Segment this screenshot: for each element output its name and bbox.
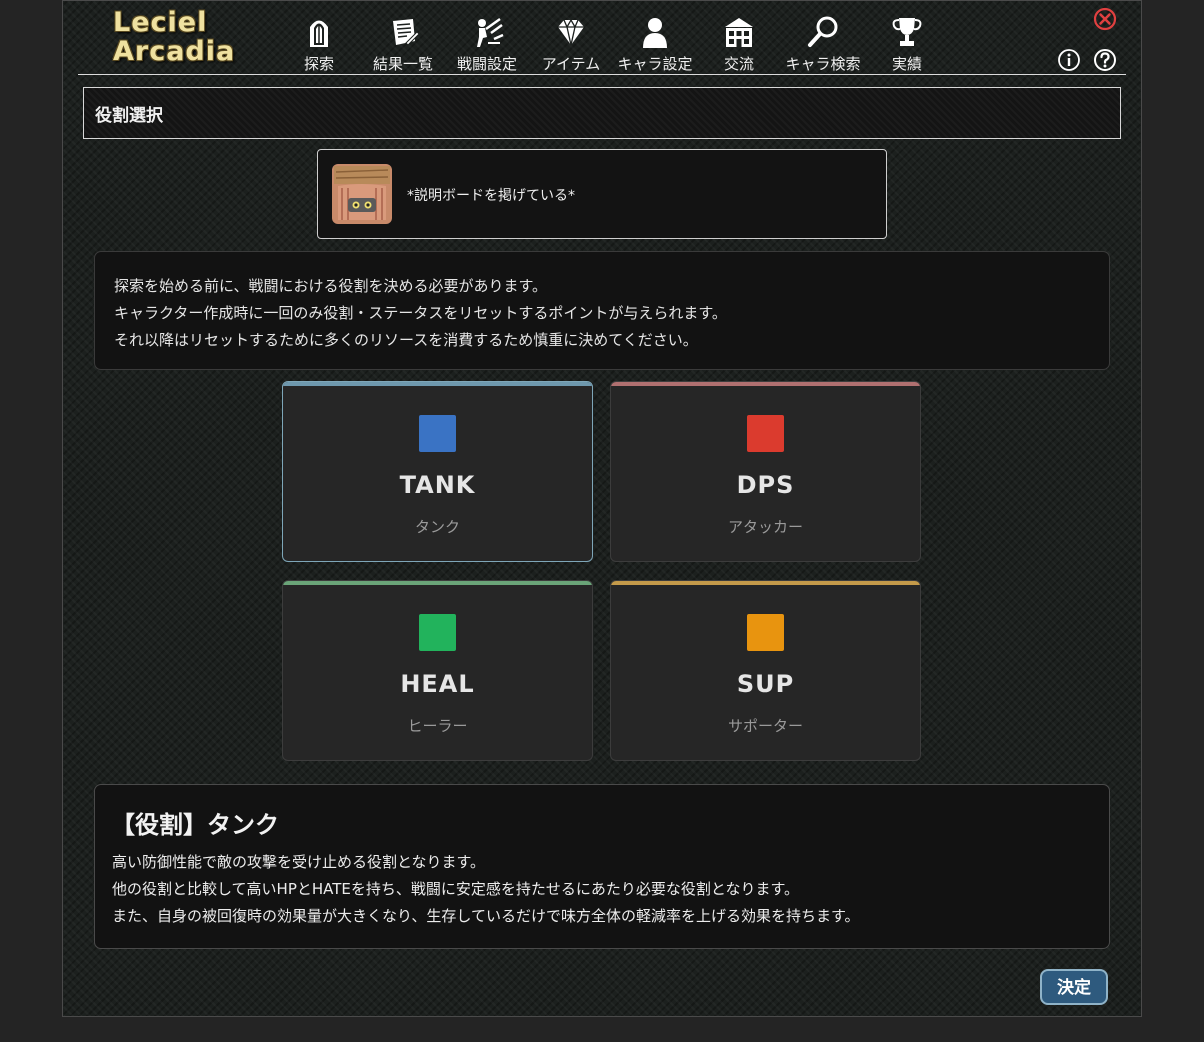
description-line: 探索を始める前に、戦闘における役割を決める必要があります。	[114, 277, 548, 295]
page-title: 役割選択	[95, 106, 163, 126]
nav-label: 交流	[723, 55, 754, 73]
role-color-square	[747, 415, 784, 452]
nav-item-social[interactable]: 交流	[697, 11, 781, 74]
nav-label: 戦闘設定	[456, 55, 517, 73]
nav-label: 結果一覧	[372, 55, 433, 73]
gem-icon	[558, 18, 584, 46]
battle-icon	[477, 17, 504, 47]
role-color-square	[419, 614, 456, 651]
role-accent-line	[611, 382, 920, 386]
role-subtitle: タンク	[414, 518, 460, 536]
nav-label: キャラ検索	[785, 55, 861, 73]
nav-item-battle-settings[interactable]: 戦闘設定	[445, 11, 529, 74]
role-subtitle: ヒーラー	[407, 717, 468, 735]
role-card-dps[interactable]: DPS アタッカー	[610, 381, 921, 562]
nav-item-achievements[interactable]: 実績	[865, 11, 949, 74]
nav-item-explore[interactable]: 探索	[277, 11, 361, 74]
description-line: キャラクター作成時に一回のみ役割・ステータスをリセットするポイントが与えられます…	[114, 304, 727, 322]
nav-label: キャラ設定	[617, 55, 693, 73]
role-accent-line	[283, 581, 592, 585]
description-box: 探索を始める前に、戦闘における役割を決める必要があります。 キャラクター作成時に…	[94, 251, 1110, 370]
role-name: SUP	[736, 670, 795, 698]
nav-item-items[interactable]: アイテム	[529, 11, 613, 74]
role-card-heal[interactable]: HEAL ヒーラー	[282, 580, 593, 761]
header-divider	[78, 74, 1126, 75]
person-icon	[643, 18, 667, 48]
role-card-tank[interactable]: TANK タンク	[282, 381, 593, 562]
game-window: Leciel Arcadia 探索 結果一覧 戦闘設定 アイテム キャラ設定 交…	[62, 0, 1142, 1017]
role-detail-line: 他の役割と比較して高いHPとHATEを持ち、戦闘に安定感を持たせるにあたり必要な…	[112, 880, 799, 898]
role-name: HEAL	[400, 670, 475, 698]
role-color-square	[747, 614, 784, 651]
door-icon	[310, 20, 328, 47]
role-detail-line: 高い防御性能で敵の攻撃を受け止める役割となります。	[112, 853, 486, 871]
npc-message: *説明ボードを掲げている*	[407, 188, 575, 204]
nav-item-results[interactable]: 結果一覧	[361, 11, 445, 74]
role-detail-line: また、自身の被回復時の効果量が大きくなり、生存しているだけで味方全体の軽減率を上…	[112, 907, 860, 925]
building-icon	[725, 18, 753, 47]
nav-label: 探索	[303, 55, 334, 73]
role-card-sup[interactable]: SUP サポーター	[610, 580, 921, 761]
game-logo[interactable]: Leciel Arcadia	[113, 9, 243, 67]
trophy-icon	[892, 18, 922, 46]
role-name: TANK	[399, 471, 476, 499]
page-title-bar: 役割選択	[83, 87, 1121, 139]
nav-item-character-search[interactable]: キャラ検索	[781, 11, 865, 74]
role-subtitle: アタッカー	[727, 518, 803, 536]
logo-line-2: Arcadia	[113, 36, 236, 67]
npc-message-box: *説明ボードを掲げている*	[317, 149, 887, 239]
role-name: DPS	[736, 471, 795, 499]
description-line: それ以降はリセットするために多くのリソースを消費するため慎重に決めてください。	[114, 331, 698, 349]
nav-label: 実績	[891, 55, 922, 73]
info-icon[interactable]	[1057, 48, 1081, 72]
nav-item-character-settings[interactable]: キャラ設定	[613, 11, 697, 74]
role-accent-line	[283, 382, 592, 386]
scroll-icon	[393, 19, 420, 46]
role-detail-box: 【役割】タンク 高い防御性能で敵の攻撃を受け止める役割となります。 他の役割と比…	[94, 784, 1110, 949]
close-icon[interactable]	[1093, 7, 1117, 31]
role-detail-heading: 【役割】タンク	[111, 811, 279, 839]
nav-label: アイテム	[541, 55, 601, 73]
logo-line-1: Leciel	[113, 7, 208, 38]
magnifier-icon	[808, 16, 838, 47]
role-subtitle: サポーター	[727, 717, 803, 735]
role-accent-line	[611, 581, 920, 585]
role-color-square	[419, 415, 456, 452]
confirm-button[interactable]: 決定	[1040, 969, 1108, 1005]
npc-avatar	[332, 164, 392, 224]
help-icon[interactable]	[1093, 48, 1117, 72]
